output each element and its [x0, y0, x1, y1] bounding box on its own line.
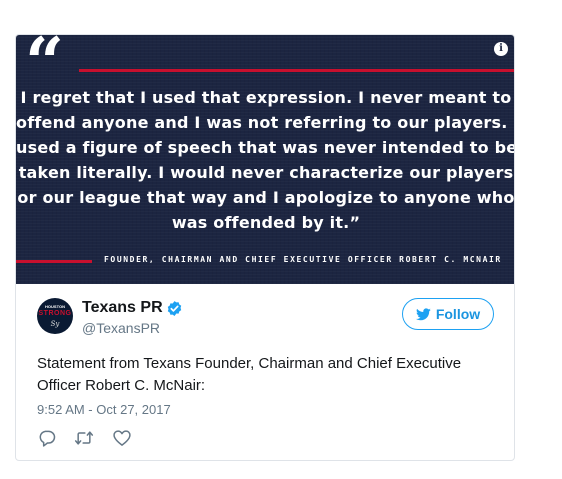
- quote-line: or our league that way and I apologize t…: [17, 188, 515, 207]
- retweet-icon[interactable]: [74, 428, 94, 448]
- twitter-bird-icon: [415, 307, 431, 320]
- info-icon[interactable]: i: [494, 42, 508, 56]
- avatar-text: STRONG: [38, 310, 72, 317]
- heart-icon[interactable]: [112, 428, 132, 448]
- accent-line-top: [79, 69, 514, 72]
- quote-line: offend anyone and I was not referring to…: [16, 113, 515, 132]
- quote-line: was offended by it.”: [171, 213, 361, 232]
- quote-image[interactable]: “ i I regret that I used that expression…: [16, 35, 515, 284]
- author-display-name[interactable]: Texans PR: [82, 299, 163, 317]
- quote-line: taken literally. I would never character…: [18, 163, 514, 182]
- avatar-text: HOUSTON: [45, 304, 65, 309]
- verified-badge-icon: [167, 301, 182, 316]
- quote-text: I regret that I used that expression. I …: [16, 85, 515, 235]
- tweet-timestamp[interactable]: 9:52 AM - Oct 27, 2017: [37, 402, 171, 417]
- embedded-tweet-card: “ i I regret that I used that expression…: [15, 34, 515, 461]
- follow-button-label: Follow: [435, 306, 481, 322]
- reply-icon[interactable]: [37, 428, 57, 448]
- tweet-text: Statement from Texans Founder, Chairman …: [37, 355, 462, 394]
- avatar[interactable]: HOUSTON STRONG Sy: [37, 298, 73, 334]
- quote-line: used a figure of speech that was never i…: [16, 138, 515, 157]
- follow-button[interactable]: Follow: [402, 298, 494, 330]
- quote-attribution: FOUNDER, CHAIRMAN AND CHIEF EXECUTIVE OF…: [104, 255, 502, 264]
- author-handle[interactable]: @TexansPR: [82, 320, 160, 336]
- avatar-text: Sy: [50, 320, 60, 328]
- quote-line: I regret that I used that expression. I …: [20, 88, 512, 107]
- accent-line-bottom: [16, 260, 92, 263]
